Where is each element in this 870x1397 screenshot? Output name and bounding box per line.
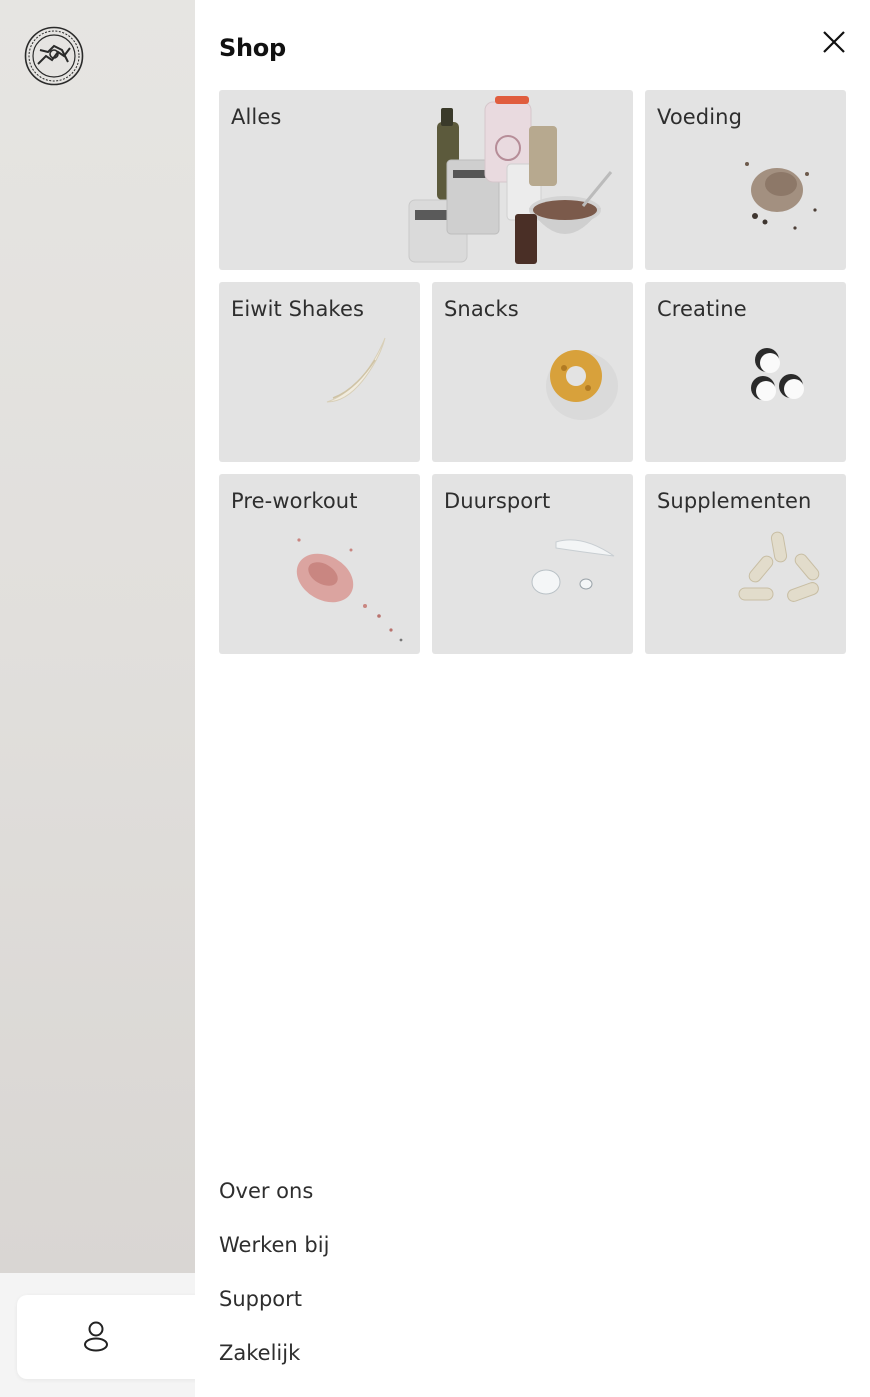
cereal-ring-image [546,350,618,420]
user-icon [84,1321,108,1352]
footer-links: Over ons Werken bij Support Zakelijk [219,1175,329,1391]
category-label: Eiwit Shakes [231,297,365,321]
white-powder-image [326,337,386,403]
capsules-image [738,531,820,602]
category-tile-creatine[interactable]: Creatine [645,282,846,462]
category-tile-duursport[interactable]: Duursport [432,474,633,654]
gel-drops-image [531,539,615,595]
category-tile-eiwit-shakes[interactable]: Eiwit Shakes [219,282,420,462]
brown-powder-image [745,162,817,230]
category-tile-snacks[interactable]: Snacks [432,282,633,462]
category-label: Snacks [444,297,519,321]
page-backdrop [0,0,195,1273]
footer-link-werken-bij[interactable]: Werken bij [219,1229,329,1283]
close-icon[interactable] [820,28,848,56]
category-tile-voeding[interactable]: Voeding [645,90,846,270]
product-collage-image [408,96,613,264]
category-tile-supplementen[interactable]: Supplementen [645,474,846,654]
category-label: Voeding [657,105,743,129]
category-label: Supplementen [657,489,812,513]
shop-drawer: Shop Alles Voeding Eiwit Shakes Snacks C… [195,0,870,1397]
brand-logo-icon[interactable] [24,26,84,86]
footer-link-support[interactable]: Support [219,1283,329,1337]
account-button[interactable] [17,1295,217,1379]
category-label: Duursport [444,489,551,513]
footer-link-zakelijk[interactable]: Zakelijk [219,1337,329,1391]
category-tile-pre-workout[interactable]: Pre-workout [219,474,420,654]
drawer-title: Shop [219,34,286,62]
pink-powder-image [296,538,403,642]
category-label: Alles [231,105,282,129]
category-tile-alles[interactable]: Alles [219,90,633,270]
white-tablets-image [751,348,804,401]
category-label: Creatine [657,297,747,321]
footer-link-over-ons[interactable]: Over ons [219,1175,329,1229]
category-label: Pre-workout [231,489,358,513]
